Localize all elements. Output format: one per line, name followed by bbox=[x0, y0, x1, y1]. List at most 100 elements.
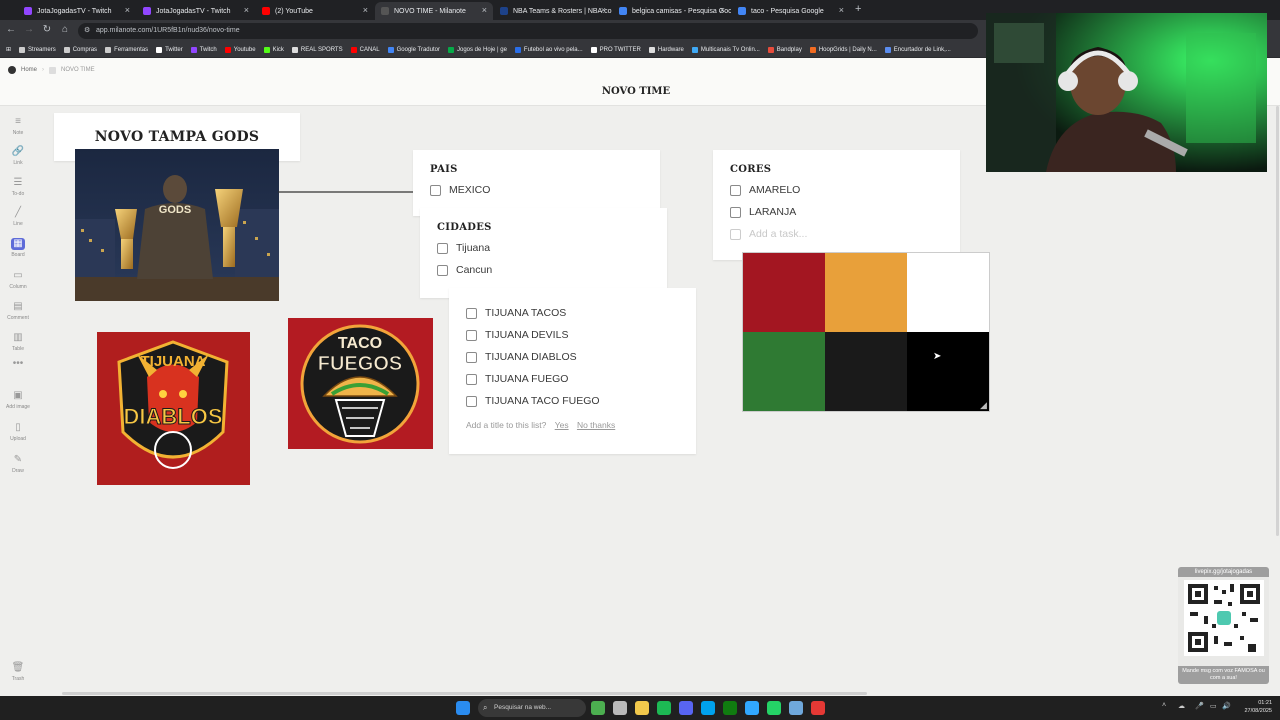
statue-image[interactable]: GODS bbox=[75, 149, 279, 301]
task-checkbox[interactable] bbox=[466, 395, 477, 407]
display-icon[interactable]: ▭ bbox=[1210, 702, 1217, 710]
tijuana-diablos-logo[interactable]: TIJUANA DIABLOS bbox=[97, 332, 250, 485]
task-checkbox[interactable] bbox=[466, 329, 477, 341]
color-swatch[interactable] bbox=[825, 332, 907, 411]
tab-close-icon[interactable]: × bbox=[244, 5, 249, 15]
tool-upload[interactable]: ▯ Upload bbox=[4, 422, 32, 442]
task-item[interactable]: TIJUANA TACOS bbox=[466, 302, 679, 324]
bookmark-item[interactable]: Google Tradutor bbox=[387, 46, 440, 53]
task-checkbox[interactable] bbox=[430, 184, 441, 196]
bookmark-item[interactable]: CANAL bbox=[350, 46, 380, 53]
photoshop-icon[interactable] bbox=[745, 701, 759, 715]
tool-draw[interactable]: ✎ Draw bbox=[4, 454, 32, 474]
vertical-scrollbar[interactable] bbox=[1274, 106, 1280, 546]
tab-close-icon[interactable]: × bbox=[125, 5, 130, 15]
bookmark-item[interactable]: Kick bbox=[263, 46, 284, 53]
chrome-icon[interactable] bbox=[591, 701, 605, 715]
notes-icon[interactable] bbox=[789, 701, 803, 715]
reload-icon[interactable]: ↻ bbox=[40, 24, 54, 35]
trash-tool[interactable]: 🗑 Trash bbox=[4, 662, 32, 682]
tool-add-image[interactable]: ▣ Add image bbox=[4, 390, 32, 410]
system-clock[interactable]: 01:21 27/08/2025 bbox=[1244, 699, 1272, 715]
tool-column[interactable]: ▭ Column bbox=[4, 270, 32, 290]
tab-close-icon[interactable]: × bbox=[839, 5, 844, 15]
task-checkbox[interactable] bbox=[730, 206, 741, 218]
bookmark-item[interactable]: Bandplay bbox=[767, 46, 802, 53]
browser-tab[interactable]: JotaJogadasTV - Twitch × bbox=[18, 2, 136, 20]
add-task-row[interactable]: Add a task... bbox=[730, 223, 943, 245]
back-icon[interactable]: ← bbox=[4, 24, 18, 35]
bookmark-item[interactable]: Multicanais Tv Onlin... bbox=[691, 46, 760, 53]
tab-close-icon[interactable]: × bbox=[720, 5, 725, 15]
xbox-icon[interactable] bbox=[723, 701, 737, 715]
task-checkbox[interactable] bbox=[466, 307, 477, 319]
tool-link[interactable]: 🔗 Link bbox=[4, 146, 32, 166]
connector-arrow[interactable] bbox=[278, 186, 424, 198]
task-item[interactable]: TIJUANA DIABLOS bbox=[466, 346, 679, 368]
tool-note[interactable]: ≡ Note bbox=[4, 116, 32, 136]
task-item[interactable]: AMARELO bbox=[730, 179, 943, 201]
bookmark-item[interactable]: Futebol ao vivo pela... bbox=[514, 46, 583, 53]
tool-comment[interactable]: ▤ Comment bbox=[4, 301, 32, 321]
task-checkbox[interactable] bbox=[437, 264, 448, 276]
list-title-no-button[interactable]: No thanks bbox=[577, 420, 615, 430]
browser-tab[interactable]: JotaJogadasTV - Twitch × bbox=[137, 2, 255, 20]
team-names-card[interactable]: TIJUANA TACOS TIJUANA DEVILS TIJUANA DIABL… bbox=[449, 288, 696, 454]
cidades-card[interactable]: CIDADES Tijuana Cancun bbox=[420, 208, 667, 298]
folder-icon[interactable] bbox=[635, 701, 649, 715]
browser-tab[interactable]: belgica camisas - Pesquisa Google × bbox=[613, 2, 731, 20]
obs-icon[interactable] bbox=[811, 701, 825, 715]
whatsapp-icon[interactable] bbox=[767, 701, 781, 715]
bookmark-item[interactable]: Encurtador de Link,... bbox=[884, 46, 951, 53]
windows-start-icon[interactable] bbox=[456, 701, 470, 715]
tool-to-do[interactable]: ☰ To-do bbox=[4, 177, 32, 197]
horizontal-scrollbar[interactable] bbox=[62, 692, 867, 695]
pais-card[interactable]: PAIS MEXICO bbox=[413, 150, 660, 216]
cores-card[interactable]: CORES AMARELO LARANJA Add a task... bbox=[713, 150, 960, 260]
color-swatch[interactable] bbox=[907, 332, 989, 411]
bookmark-item[interactable]: HoopGrids | Daily N... bbox=[809, 46, 877, 53]
task-item[interactable]: Tijuana bbox=[437, 237, 650, 259]
browser-tab[interactable]: NBA Teams & Rosters | NBA.com × bbox=[494, 2, 612, 20]
list-title-yes-button[interactable]: Yes bbox=[555, 420, 569, 430]
taco-fuegos-logo[interactable]: TACO FUEGOS bbox=[288, 318, 433, 449]
bookmark-item[interactable]: Youtube bbox=[224, 46, 256, 53]
new-tab-button[interactable]: + bbox=[855, 3, 861, 15]
color-swatch[interactable] bbox=[825, 253, 907, 332]
bookmark-item[interactable]: Ferramentas bbox=[105, 46, 148, 53]
bookmark-item[interactable]: Streamers bbox=[19, 46, 56, 53]
color-swatch[interactable] bbox=[743, 253, 825, 332]
bookmark-item[interactable]: PRO TWITTER bbox=[590, 46, 641, 53]
tool-more[interactable]: ••• bbox=[4, 358, 32, 370]
tab-close-icon[interactable]: × bbox=[482, 5, 487, 15]
tab-close-icon[interactable]: × bbox=[601, 5, 606, 15]
bookmark-item[interactable]: Compras bbox=[63, 46, 97, 53]
tool-line[interactable]: ╱ Line bbox=[4, 207, 32, 227]
settings-icon[interactable] bbox=[613, 701, 627, 715]
breadcrumb-home[interactable]: Home bbox=[21, 67, 37, 73]
taskbar-search-box[interactable]: ⌕ Pesquisar na web... bbox=[478, 699, 586, 717]
color-swatch[interactable] bbox=[907, 253, 989, 332]
volume-icon[interactable]: 🔊 bbox=[1222, 702, 1231, 710]
forward-icon[interactable]: → bbox=[22, 24, 36, 35]
task-item[interactable]: TIJUANA FUEGO bbox=[466, 368, 679, 390]
browser-tab[interactable]: NOVO TIME - Milanote × bbox=[375, 2, 493, 20]
bookmark-item[interactable]: Twitch bbox=[190, 46, 217, 53]
resize-handle-icon[interactable]: ◢ bbox=[980, 400, 987, 411]
task-checkbox[interactable] bbox=[437, 242, 448, 254]
task-checkbox[interactable] bbox=[466, 351, 477, 363]
tool-table[interactable]: ▥ Table bbox=[4, 332, 32, 352]
task-item[interactable]: TIJUANA DEVILS bbox=[466, 324, 679, 346]
task-checkbox[interactable] bbox=[730, 184, 741, 196]
spotify-icon[interactable] bbox=[657, 701, 671, 715]
tray-chevron-icon[interactable]: ˄ bbox=[1162, 702, 1166, 709]
bookmark-item[interactable]: Hardware bbox=[648, 46, 684, 53]
site-info-icon[interactable]: ⚙ bbox=[84, 23, 90, 39]
tool-board[interactable]: ▦ Board bbox=[4, 238, 32, 258]
color-swatch[interactable] bbox=[743, 332, 825, 411]
browser-tab[interactable]: taco - Pesquisa Google × bbox=[732, 2, 850, 20]
home-icon[interactable]: ⌂ bbox=[58, 24, 72, 35]
app-icon[interactable] bbox=[701, 701, 715, 715]
task-item[interactable]: TIJUANA TACO FUEGO bbox=[466, 390, 679, 412]
discord-icon[interactable] bbox=[679, 701, 693, 715]
